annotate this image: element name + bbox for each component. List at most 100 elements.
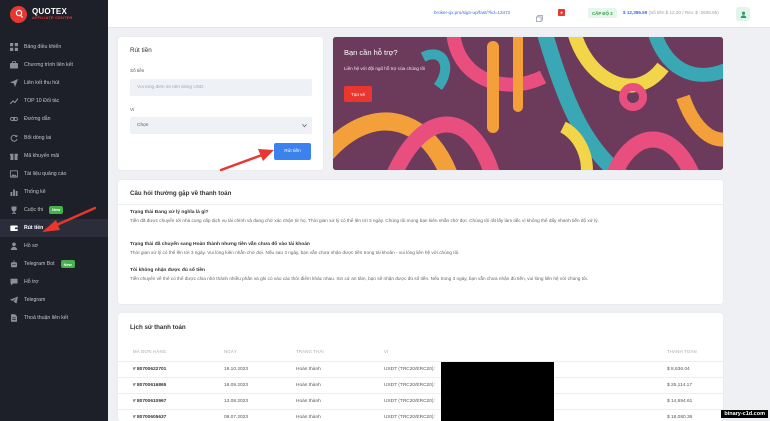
order-id: # 80700610967	[133, 399, 167, 404]
redacted-wallet-addresses	[441, 362, 554, 421]
user-icon	[10, 242, 18, 251]
faq-question: Trạng thái Đang xử lý nghĩa là gì?	[130, 210, 209, 215]
support-icon	[10, 278, 18, 286]
order-amount: $ 14,694.61	[667, 399, 693, 404]
sidebar-item-links[interactable]: Đường dẫn	[0, 110, 108, 128]
column-header-amount: THANH TOÁN	[667, 349, 697, 354]
faq-title: Câu hỏi thường gặp về thanh toán	[130, 190, 232, 197]
sidebar-item-promo-materials[interactable]: Tài liệu quảng cáo	[0, 165, 108, 183]
order-wallet: USDT (TRC20/ERC20):	[384, 383, 435, 388]
column-header-date: NGÀY	[224, 349, 237, 354]
sidebar-item-top-partners[interactable]: TOP 10 Đối tác	[0, 92, 108, 110]
sidebar-item-statistics[interactable]: Thống kê	[0, 183, 108, 201]
order-date: 18.09.2023	[224, 383, 249, 388]
faq-item: Tôi không nhận được đủ số tiền Tiền chuy…	[130, 268, 715, 282]
help-card: Bạn cần hỗ trợ? Liên hệ với đội ngũ hỗ t…	[333, 37, 723, 170]
sidebar-item-withdraw[interactable]: Rút tiền	[0, 218, 108, 238]
order-id: # 80700622701	[133, 367, 167, 372]
order-id: # 80700616865	[133, 383, 167, 388]
sidebar-item-label: Thoả thuận liên kết	[24, 315, 69, 322]
create-ticket-button[interactable]: Tạo vé	[344, 86, 372, 102]
withdraw-title: Rút tiền	[130, 47, 152, 54]
user-icon	[740, 11, 746, 18]
faq-item: Trạng thái Đang xử lý nghĩa là gì? Tiền …	[130, 210, 715, 224]
sidebar-item-contests[interactable]: Cuộc thi New	[0, 201, 108, 219]
telegram-icon	[10, 296, 18, 304]
wallet-select[interactable]: Chọn	[130, 117, 312, 134]
order-status: Hoàn thành	[296, 367, 321, 372]
sidebar-item-label: Hỗ trợ	[24, 279, 39, 286]
copy-icon[interactable]	[536, 9, 543, 22]
payment-history-card: Lịch sử thanh toán MÃ ĐƠN HÀNG NGÀY TRẠN…	[118, 313, 723, 421]
table-row[interactable]: # 80700622701 19.10.2023 Hoàn thành USDT…	[118, 361, 723, 377]
document-icon	[10, 314, 18, 323]
brand-logo-area[interactable]: QUOTEX AFFILIATE CENTER	[0, 0, 108, 28]
withdraw-submit-button[interactable]: Rút tiền	[274, 143, 311, 160]
table-row[interactable]: # 80700616865 18.09.2023 Hoàn thành USDT…	[118, 377, 723, 393]
chevron-down-icon	[302, 124, 307, 128]
faq-answer: Tiền chuyển về thẻ có thể được chia nhỏ …	[130, 276, 588, 281]
user-menu-button[interactable]	[736, 7, 750, 21]
sidebar-item-label: Mã khuyến mãi	[24, 152, 60, 159]
sidebar-item-support[interactable]: Hỗ trợ	[0, 273, 108, 291]
sidebar-menu: Bảng điều khiển Chương trình liên kết Li…	[0, 38, 108, 328]
order-amount: $ 8,636.04	[667, 367, 690, 372]
gift-icon	[10, 152, 18, 160]
order-wallet: USDT (TRC20/ERC20):	[384, 399, 435, 404]
wallet-label: Ví	[130, 107, 135, 112]
sidebar-item-label: Telegram Bot	[24, 261, 55, 268]
faq-card: Câu hỏi thường gặp về thanh toán Trạng t…	[118, 180, 723, 304]
language-flag-icon[interactable]: ★	[558, 9, 565, 16]
order-status: Hoàn thành	[296, 415, 321, 420]
order-date: 19.10.2023	[224, 367, 249, 372]
sidebar-item-label: Đường dẫn	[24, 116, 51, 123]
sidebar-item-label: Bổi dòng lai	[24, 134, 52, 141]
table-row[interactable]: # 80700610967 13.08.2023 Hoàn thành USDT…	[118, 393, 723, 409]
bot-icon	[10, 260, 18, 268]
sidebar-item-profile[interactable]: Hồ sơ	[0, 237, 108, 255]
sidebar-item-label: Rút tiền	[24, 224, 44, 231]
sidebar-item-label: Tài liệu quảng cáo	[24, 170, 67, 177]
order-amount: $ 16,080.36	[667, 415, 693, 420]
sidebar-item-dashboard[interactable]: Bảng điều khiển	[0, 38, 108, 56]
sidebar: QUOTEX AFFILIATE CENTER Bảng điều khiển …	[0, 0, 108, 421]
sidebar-item-affiliate-program[interactable]: Chương trình liên kết	[0, 56, 108, 74]
sidebar-item-label: Liên kết thu hút	[24, 80, 60, 87]
amount-input[interactable]	[130, 79, 312, 96]
referral-link[interactable]: broker-qx.pro/sign-up/fast/?lid=13472	[434, 10, 510, 15]
sidebar-item-promo-codes[interactable]: Mã khuyến mãi	[0, 147, 108, 165]
sidebar-item-agreement[interactable]: Thoả thuận liên kết	[0, 309, 108, 327]
chart-up-icon	[10, 97, 18, 105]
faq-question: Trạng thái đã chuyển sang Hoàn thành như…	[130, 242, 310, 247]
sidebar-item-label: Cuộc thi	[24, 206, 44, 213]
order-date: 08.07.2023	[224, 415, 249, 420]
refresh-icon	[10, 134, 18, 142]
brand-subtitle: AFFILIATE CENTER	[32, 15, 73, 20]
new-badge: New	[60, 260, 75, 269]
sidebar-item-revenue[interactable]: Bổi dòng lai	[0, 128, 108, 146]
table-row[interactable]: # 80700605637 08.07.2023 Hoàn thành USDT…	[118, 409, 723, 421]
help-subtitle: Liên hệ với đội ngũ hỗ trợ của chúng tôi	[344, 66, 426, 71]
new-badge: New	[49, 205, 64, 214]
order-id: # 80700605637	[133, 415, 167, 420]
sidebar-item-label: Telegram	[24, 297, 46, 304]
divider	[118, 204, 723, 205]
sidebar-item-label: Bảng điều khiển	[24, 44, 62, 51]
order-date: 13.08.2023	[224, 399, 249, 404]
faq-answer: Thời gian xử lý có thể lên tới 3 ngày. V…	[130, 250, 460, 255]
send-icon	[10, 79, 18, 88]
amount-label: Số tiền	[130, 68, 145, 73]
sidebar-item-telegram-bot[interactable]: Telegram Bot New	[0, 255, 108, 273]
level-badge: CẤP ĐỘ 2	[588, 8, 617, 18]
briefcase-icon	[10, 61, 18, 69]
faq-answer: Tiền đã được chuyển tới nhà cung cấp dịc…	[130, 218, 599, 223]
order-wallet: USDT (TRC20/ERC20):	[384, 367, 435, 372]
sidebar-item-telegram[interactable]: Telegram	[0, 291, 108, 309]
level-label: CẤP ĐỘ 2	[592, 10, 613, 16]
order-wallet: USDT (TRC20/ERC20):	[384, 415, 435, 420]
column-header-order-id: MÃ ĐƠN HÀNG	[133, 349, 167, 354]
grid-icon	[10, 43, 18, 52]
sidebar-item-referral-links[interactable]: Liên kết thu hút	[0, 74, 108, 92]
sidebar-item-label: Chương trình liên kết	[24, 62, 73, 69]
order-status: Hoàn thành	[296, 383, 321, 388]
